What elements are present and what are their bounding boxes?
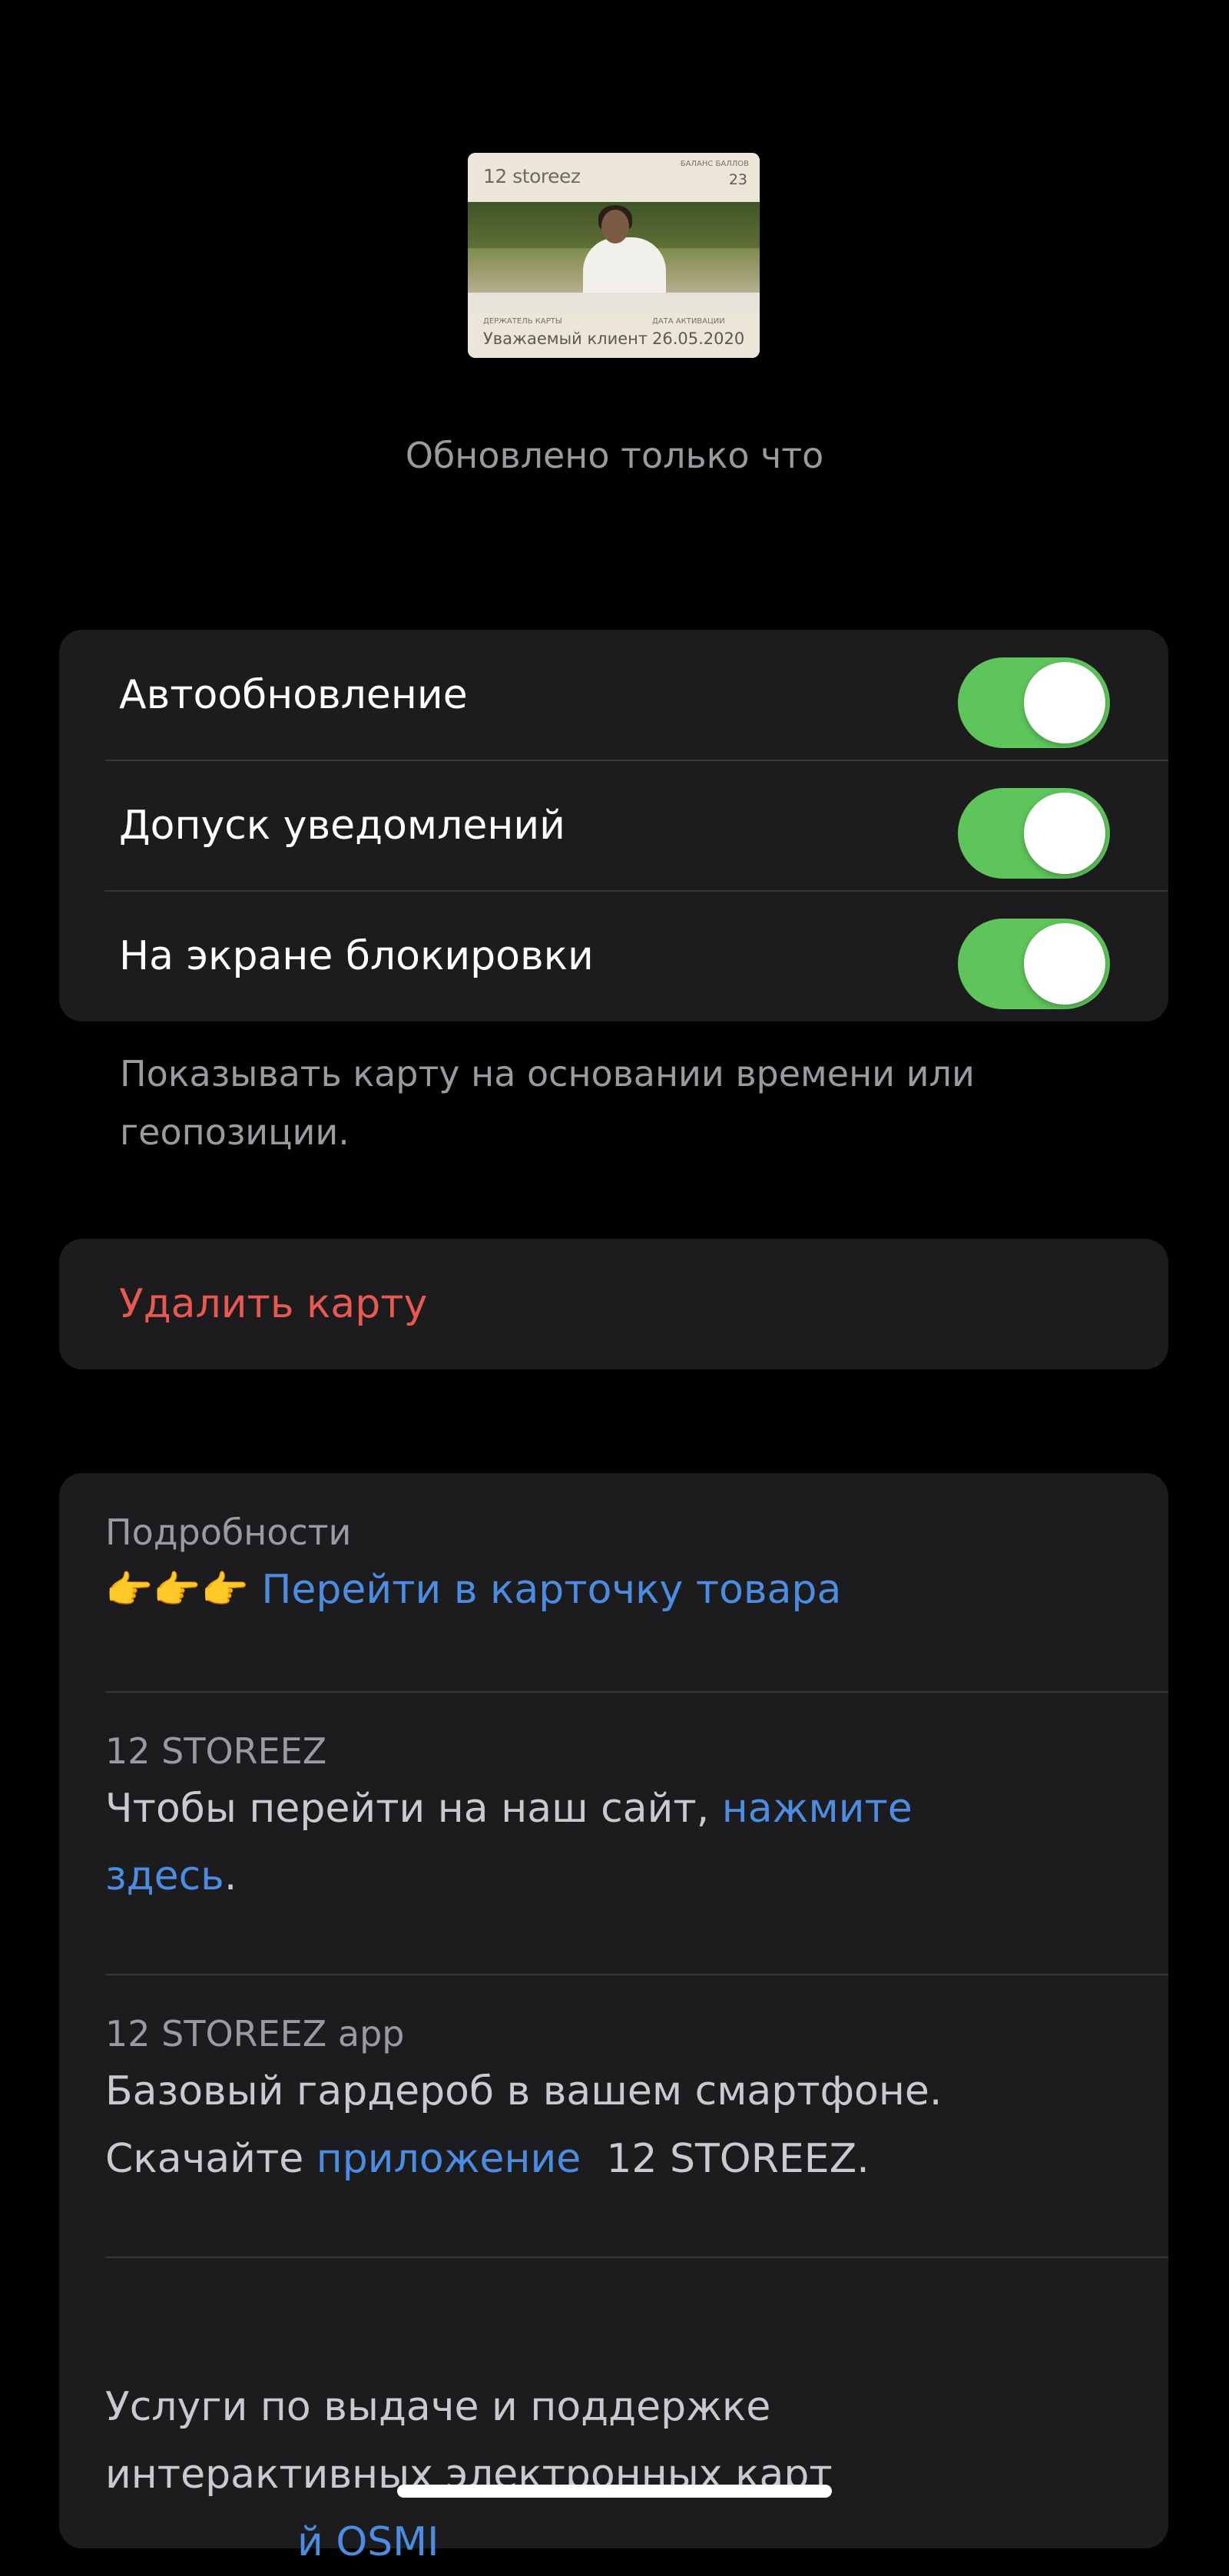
services-link[interactable]: й OSMI [297,2519,439,2565]
switch-knob [1024,662,1105,743]
card-holder-name: Уважаемый клиент [483,329,648,348]
divider [105,2256,1168,2258]
card-footer: ДЕРЖАТЕЛЬ КАРТЫ Уважаемый клиент ДАТА АК… [468,313,760,358]
website-caption: 12 STOREEZ [105,1730,327,1772]
home-indicator[interactable] [397,2485,832,2498]
website-section: 12 STOREEZ Чтобы перейти на наш сайт, на… [105,1730,1138,1910]
auto-update-switch[interactable] [958,657,1110,748]
switch-knob [1024,793,1105,874]
lock-screen-switch[interactable] [958,919,1110,1009]
card-holder-caption: ДЕРЖАТЕЛЬ КАРТЫ [483,317,562,326]
details-section: Подробности 👉👉👉 Перейти в карточку товар… [105,1511,1138,1624]
toggle-label: Автообновление [119,672,468,718]
services-text: Услуги по выдаче и поддержке интерактивн… [105,2384,833,2498]
app-text-end: 12 STOREEZ. [581,2136,870,2182]
pointing-hand-icon: 👉👉👉 [105,1568,249,1612]
toggle-row-auto-update: Автообновление [59,630,1168,760]
pass-card-thumbnail[interactable]: 12 storeez БАЛАНС БАЛЛОВ 23 ДЕРЖАТЕЛЬ КА… [468,153,760,358]
app-description: Базовый гардероб в вашем смартфоне. [105,2068,942,2114]
divider [105,1974,1168,1975]
updated-status: Обновлено только что [405,435,824,476]
switch-knob [1024,923,1105,1005]
app-section: 12 STOREEZ app Базовый гардероб в вашем … [105,2013,1138,2193]
card-brand-logo: 12 storeez [483,165,581,187]
divider [105,1691,1168,1693]
toggle-row-lock-screen: На экране блокировки [59,891,1168,1021]
app-text: Скачайте [105,2136,316,2182]
card-activation-date: 26.05.2020 [652,329,745,348]
app-download-link[interactable]: приложение [316,2136,581,2182]
pass-settings-group: Автообновление Допуск уведомлений На экр… [59,630,1168,1021]
lock-screen-note: Показывать карту на основании времени ил… [120,1053,975,1153]
toggle-label: На экране блокировки [119,933,594,979]
toggle-label: Допуск уведомлений [119,803,565,849]
card-balance-caption: БАЛАНС БАЛЛОВ [680,160,749,168]
toggle-row-notifications: Допуск уведомлений [59,760,1168,891]
website-text-end: . [224,1853,237,1899]
app-caption: 12 STOREEZ app [105,2013,405,2055]
notifications-switch[interactable] [958,788,1110,879]
card-balance-value: 23 [728,171,747,188]
services-section: Услуги по выдаче и поддержке интерактивн… [105,2373,1138,2576]
card-header: 12 storeez БАЛАНС БАЛЛОВ 23 [468,153,760,202]
card-photo [468,202,760,313]
remove-card-label: Удалить карту [119,1281,428,1327]
website-text: Чтобы перейти на наш сайт, [105,1786,722,1832]
card-date-caption: ДАТА АКТИВАЦИИ [652,317,725,326]
product-card-link[interactable]: Перейти в карточку товара [261,1567,841,1613]
details-heading: Подробности [105,1511,352,1553]
details-group: Подробности 👉👉👉 Перейти в карточку товар… [59,1473,1168,2565]
remove-card-button[interactable]: Удалить карту [59,1239,1168,1369]
